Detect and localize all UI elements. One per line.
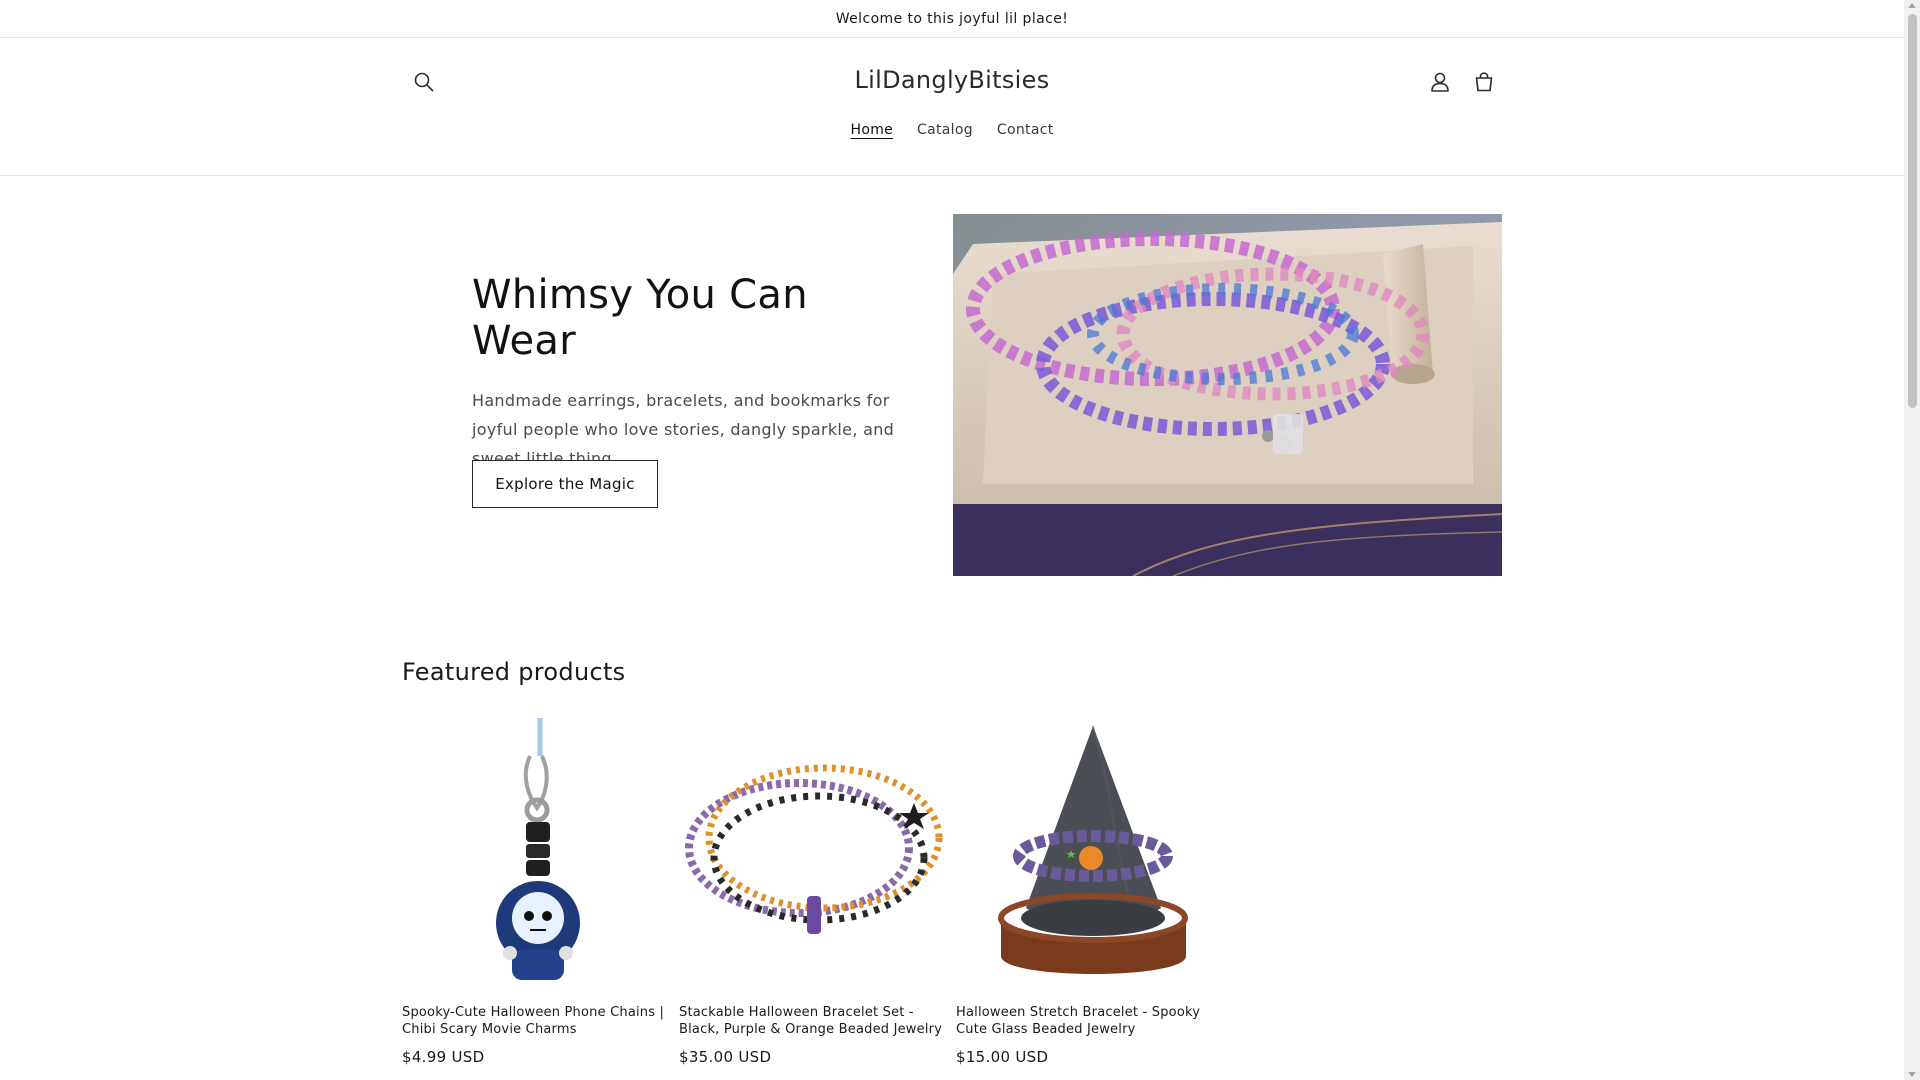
featured-title: Featured products: [402, 658, 626, 686]
site-logo-link[interactable]: LilDanglyBitsies: [855, 66, 1050, 94]
hero-title: Whimsy You Can Wear: [472, 272, 808, 364]
hero-image: [953, 214, 1502, 576]
nav-catalog[interactable]: Catalog: [905, 122, 985, 138]
search-button[interactable]: [408, 66, 440, 98]
account-icon: [1431, 72, 1449, 92]
page-scrollbar[interactable]: [1904, 0, 1920, 1080]
search-icon: [414, 72, 434, 92]
product-price: $15.00 USD: [956, 1048, 1049, 1066]
explore-button[interactable]: Explore the Magic: [472, 460, 658, 508]
product-price: $4.99 USD: [402, 1048, 485, 1066]
product-image: [402, 718, 672, 988]
scroll-down-arrow-icon[interactable]: [1908, 1072, 1916, 1077]
account-button[interactable]: [1424, 66, 1456, 98]
site-header: LilDanglyBitsies Home Catalog Contact: [0, 38, 1904, 176]
main-nav: Home Catalog Contact: [0, 122, 1904, 138]
product-name[interactable]: Halloween Stretch Bracelet - Spooky Cute…: [956, 1004, 1226, 1038]
announcement-text: Welcome to this joyful lil place!: [835, 10, 1069, 27]
nav-home[interactable]: Home: [839, 122, 906, 138]
scroll-up-arrow-icon[interactable]: [1908, 3, 1916, 8]
product-card[interactable]: Halloween Stretch Bracelet - Spooky Cute…: [956, 718, 1226, 1066]
hero-text-block: Whimsy You Can Wear Handmade earrings, b…: [472, 272, 912, 473]
product-name[interactable]: Spooky-Cute Halloween Phone Chains | Chi…: [402, 1004, 672, 1038]
scrollbar-thumb[interactable]: [1908, 14, 1917, 408]
cart-icon: [1475, 72, 1493, 92]
nav-contact[interactable]: Contact: [985, 122, 1066, 138]
product-name[interactable]: Stackable Halloween Bracelet Set - Black…: [679, 1004, 949, 1038]
product-card[interactable]: Stackable Halloween Bracelet Set - Black…: [679, 718, 949, 1066]
product-card[interactable]: Spooky-Cute Halloween Phone Chains | Chi…: [402, 718, 672, 1066]
product-image: [956, 718, 1226, 988]
site-logo: LilDanglyBitsies: [0, 66, 1904, 94]
product-price: $35.00 USD: [679, 1048, 772, 1066]
cart-button[interactable]: [1468, 66, 1500, 98]
product-image: [679, 718, 949, 988]
announcement-bar: Welcome to this joyful lil place!: [0, 0, 1904, 38]
